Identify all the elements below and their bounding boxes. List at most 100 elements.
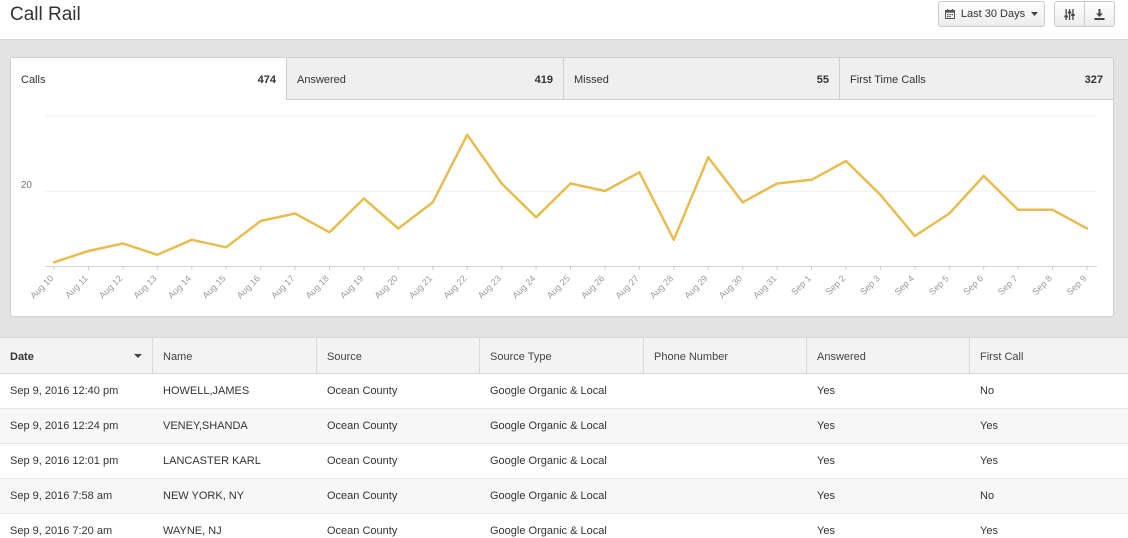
x-tick-label: Aug 27 [614, 273, 641, 300]
x-tick-label: Aug 11 [63, 273, 90, 300]
data-point [672, 238, 675, 241]
data-point [1085, 227, 1089, 230]
x-tick-label: Aug 28 [648, 273, 675, 300]
table-row[interactable]: Sep 9, 2016 7:20 am WAYNE, NJ Ocean Coun… [0, 514, 1128, 538]
x-tick-label: Aug 14 [166, 273, 193, 300]
column-header-source-type[interactable]: Source Type [480, 338, 644, 374]
page-title: Call Rail [10, 4, 81, 25]
table-header: Date Name Source Source Type Phone Numbe… [0, 337, 1128, 374]
cell-source: Ocean County [327, 525, 398, 537]
cell-answered: Yes [817, 490, 835, 502]
data-point [638, 171, 641, 174]
data-point [982, 174, 985, 178]
data-point [879, 193, 882, 196]
x-tick-label: Sep 2 [824, 273, 848, 297]
series-line [53, 133, 1088, 264]
cell-answered: Yes [817, 420, 835, 432]
cell-date: Sep 9, 2016 7:58 am [10, 490, 113, 502]
data-point [948, 212, 951, 215]
data-point [775, 182, 779, 185]
column-label: Phone Number [654, 351, 728, 363]
data-point [87, 249, 90, 253]
data-point [534, 216, 538, 219]
download-button[interactable] [1084, 1, 1115, 27]
cell-source-type: Google Organic & Local [490, 385, 607, 397]
tab-calls[interactable]: Calls 474 [11, 58, 286, 100]
data-point [121, 242, 125, 245]
cell-first-call: Yes [980, 525, 998, 537]
cell-phone-number [644, 444, 807, 478]
tab-label: First Time Calls [850, 74, 926, 86]
x-tick-label: Sep 7 [996, 273, 1020, 297]
x-tick-label: Sep 9 [1065, 273, 1089, 297]
date-range-label: Last 30 Days [960, 8, 1026, 20]
page-header: Call Rail Last 30 Days [0, 0, 1128, 40]
tab-label: Missed [574, 74, 609, 86]
x-tick-label: Aug 17 [269, 273, 296, 300]
cell-date: Sep 9, 2016 12:24 pm [10, 420, 119, 432]
cell-source-type: Google Organic & Local [490, 420, 607, 432]
tab-first-time-calls[interactable]: First Time Calls 327 [839, 58, 1113, 100]
x-tick-label: Aug 20 [373, 273, 400, 300]
column-label: Source [327, 351, 362, 363]
table-row[interactable]: Sep 9, 2016 12:24 pm VENEY,SHANDA Ocean … [0, 409, 1128, 444]
x-tick-label: Sep 8 [1030, 273, 1054, 297]
column-header-first-call[interactable]: First Call [970, 338, 1128, 374]
date-range-button[interactable]: Last 30 Days [938, 1, 1045, 27]
cell-source-type: Google Organic & Local [490, 525, 607, 537]
x-tick-label: Aug 26 [579, 273, 606, 300]
x-tick-label: Aug 13 [131, 273, 158, 300]
column-header-source[interactable]: Source [317, 338, 480, 374]
cell-name: NEW YORK, NY [163, 490, 245, 502]
x-tick-label: Aug 25 [545, 273, 572, 300]
cell-name: HOWELL,JAMES [163, 385, 250, 397]
x-tick-label: Aug 23 [476, 273, 503, 300]
tab-count: 474 [257, 74, 276, 86]
column-header-date[interactable]: Date [0, 338, 153, 374]
x-tick-label: Aug 31 [751, 273, 778, 300]
chart-settings-button[interactable] [1054, 1, 1085, 27]
cell-source: Ocean County [327, 455, 398, 467]
table-row[interactable]: Sep 9, 2016 12:01 pm LANCASTER KARL Ocea… [0, 444, 1128, 479]
metric-tabs: Calls 474 Answered 419 Missed 55 First T… [11, 58, 1113, 100]
tab-answered[interactable]: Answered 419 [286, 58, 563, 100]
column-header-answered[interactable]: Answered [807, 338, 970, 374]
x-tick-label: Sep 3 [858, 273, 882, 297]
sliders-icon [1064, 8, 1075, 20]
data-point [741, 201, 744, 204]
column-label: Answered [817, 351, 866, 363]
column-header-phone-number[interactable]: Phone Number [644, 338, 807, 374]
cell-first-call: Yes [980, 455, 998, 467]
cell-source-type: Google Organic & Local [490, 455, 607, 467]
data-point [259, 219, 262, 223]
cell-first-call: No [980, 385, 995, 397]
data-point [603, 189, 607, 193]
x-tick-label: Aug 10 [28, 273, 55, 300]
column-header-name[interactable]: Name [153, 338, 317, 374]
data-point [293, 212, 297, 215]
cell-name: LANCASTER KARL [163, 455, 261, 467]
data-point [1016, 208, 1020, 211]
x-tick-label: Aug 18 [304, 273, 331, 300]
cell-answered: Yes [817, 455, 835, 467]
x-tick-label: Aug 30 [717, 273, 744, 300]
chart-panel: Calls 474 Answered 419 Missed 55 First T… [10, 57, 1114, 317]
download-icon [1094, 8, 1105, 20]
x-tick-label: Aug 19 [338, 273, 365, 300]
cell-date: Sep 9, 2016 12:01 pm [10, 455, 119, 467]
cell-first-call: No [980, 490, 995, 502]
data-point [362, 197, 366, 200]
x-tick-label: Sep 5 [927, 273, 951, 297]
cell-date: Sep 9, 2016 12:40 pm [10, 385, 119, 397]
data-point [328, 231, 331, 234]
tab-missed[interactable]: Missed 55 [563, 58, 839, 100]
column-label: Name [163, 351, 193, 363]
x-tick-label: Aug 12 [97, 273, 124, 300]
table-row[interactable]: Sep 9, 2016 7:58 am NEW YORK, NY Ocean C… [0, 479, 1128, 514]
table-row[interactable]: Sep 9, 2016 12:40 pm HOWELL,JAMES Ocean … [0, 374, 1128, 409]
data-point [810, 178, 813, 181]
x-tick-label: Aug 22 [441, 273, 468, 300]
cell-source: Ocean County [327, 420, 398, 432]
tab-count: 419 [534, 74, 553, 86]
cell-phone-number [644, 409, 807, 443]
